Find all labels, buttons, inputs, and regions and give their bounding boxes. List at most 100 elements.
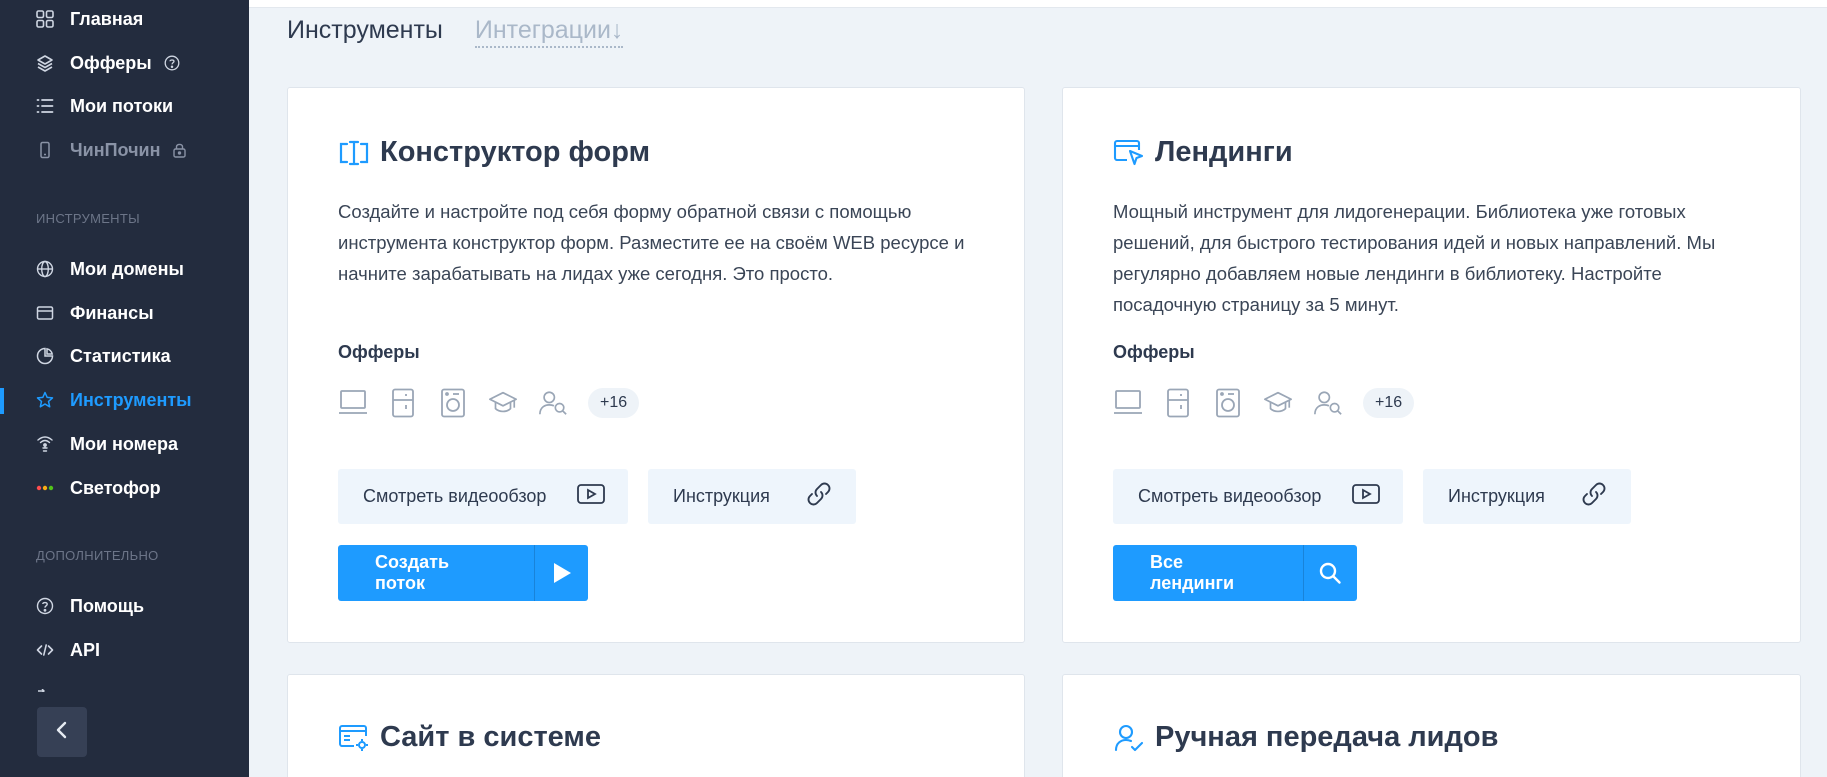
sidebar-item-label: Светофор [70, 477, 161, 498]
sidebar-item-offers[interactable]: Офферы [36, 48, 180, 78]
traffic-light-icon [36, 479, 54, 497]
fridge-icon[interactable] [1163, 387, 1193, 419]
grid-icon [36, 10, 54, 28]
sidebar-item-clipped [36, 684, 96, 692]
sidebar-item-help[interactable]: Помощь [36, 591, 144, 621]
site-settings-icon [338, 722, 370, 754]
card-landings: Лендинги Мощный инструмент для лидогенер… [1062, 87, 1801, 643]
instruction-label: Инструкция [673, 486, 770, 506]
watch-video-button[interactable]: Смотреть видеообзор [1113, 469, 1403, 524]
watch-video-button[interactable]: Смотреть видеообзор [338, 469, 628, 524]
video-play-icon [576, 482, 606, 511]
tab-integrations[interactable]: Интеграции↓ [474, 16, 624, 48]
offers-more-badge[interactable]: +16 [588, 388, 640, 418]
sidebar-item-statistics[interactable]: Статистика [36, 341, 171, 371]
tabs: Инструменты Интеграции↓ [287, 16, 624, 48]
sidebar-section-tools: ИНСТРУМЕНТЫ [36, 211, 140, 226]
tab-integrations-label: Интеграции [474, 16, 611, 44]
offer-icons: +16 [1113, 387, 1415, 419]
play-icon [535, 545, 588, 601]
landing-page-icon [1113, 137, 1145, 169]
form-builder-icon [338, 137, 370, 169]
all-landings-label: Все лендинги [1150, 552, 1235, 593]
pie-chart-icon [36, 347, 54, 365]
sidebar-item-traffic-light[interactable]: Светофор [36, 473, 161, 503]
create-stream-button[interactable]: Создать поток [338, 545, 588, 601]
sidebar-item-chinpochin[interactable]: ЧинПочин [36, 135, 187, 165]
top-bar [249, 0, 1827, 8]
washing-machine-icon[interactable] [1213, 387, 1243, 419]
sidebar-item-my-domains[interactable]: Мои домены [36, 254, 184, 284]
card-description: Создайте и настройте под себя форму обра… [338, 201, 965, 284]
card-title-text: Сайт в системе [380, 721, 602, 753]
card-title: Лендинги [1113, 136, 1293, 169]
watch-video-label: Смотреть видеообзор [1138, 486, 1322, 506]
sidebar-item-my-streams[interactable]: Мои потоки [36, 91, 173, 121]
offers-label: Офферы [338, 342, 420, 362]
router-icon [36, 435, 54, 453]
watch-video-label: Смотреть видеообзор [363, 486, 547, 506]
sidebar-item-label: Офферы [70, 52, 152, 73]
sidebar-item-label: Финансы [70, 302, 154, 323]
phone-icon [36, 141, 54, 159]
card-title: Сайт в системе [338, 721, 601, 754]
card-title-text: Конструктор форм [380, 136, 651, 168]
help-icon [36, 597, 54, 615]
card-site-in-system: Сайт в системе [287, 674, 1025, 777]
sidebar: Главная Офферы Мои потоки ЧинПочин ИНСТР… [0, 0, 249, 777]
wallet-icon [36, 304, 54, 322]
sidebar-item-label: Мои потоки [70, 95, 174, 116]
washing-machine-icon[interactable] [438, 387, 468, 419]
create-stream-label: Создать поток [375, 552, 450, 593]
card-description: Мощный инструмент для лидогенерации. Биб… [1113, 201, 1716, 315]
sidebar-collapse-button[interactable] [37, 707, 87, 757]
sidebar-item-label: Инструменты [70, 389, 192, 410]
instruction-button[interactable]: Инструкция [1423, 469, 1631, 524]
graduation-cap-icon[interactable] [488, 387, 518, 419]
sidebar-active-indicator [0, 388, 4, 414]
sidebar-item-label: Мои номера [70, 433, 179, 454]
link-icon [1579, 479, 1609, 514]
link-icon [804, 479, 834, 514]
offer-icons: +16 [338, 387, 640, 419]
user-search-icon[interactable] [1313, 387, 1343, 419]
sidebar-item-label: Главная [70, 8, 144, 29]
sidebar-item-finance[interactable]: Финансы [36, 298, 154, 328]
sidebar-item-home[interactable]: Главная [36, 4, 143, 34]
offers-more-badge[interactable]: +16 [1363, 388, 1415, 418]
sidebar-item-label: ЧинПочин [70, 139, 161, 160]
user-check-icon [1113, 722, 1145, 754]
star-icon [36, 391, 54, 409]
sidebar-section-extra: ДОПОЛНИТЕЛЬНО [36, 548, 159, 563]
offers-label: Офферы [1113, 342, 1195, 362]
sidebar-item-tools[interactable]: Инструменты [36, 385, 192, 415]
instruction-button[interactable]: Инструкция [648, 469, 856, 524]
lock-icon [172, 142, 187, 158]
sidebar-item-my-numbers[interactable]: Мои номера [36, 429, 178, 459]
card-title-text: Лендинги [1155, 136, 1293, 168]
laptop-icon[interactable] [338, 387, 368, 419]
sidebar-item-label: Статистика [70, 345, 171, 366]
laptop-icon[interactable] [1113, 387, 1143, 419]
user-search-icon[interactable] [538, 387, 568, 419]
globe-icon [36, 260, 54, 278]
sidebar-item-label: API [70, 639, 101, 660]
app-root: Главная Офферы Мои потоки ЧинПочин ИНСТР… [0, 0, 1827, 777]
help-icon[interactable] [164, 55, 180, 71]
instruction-label: Инструкция [1448, 486, 1545, 506]
card-form-builder: Конструктор форм Создайте и настройте по… [287, 87, 1025, 643]
layers-icon [36, 54, 54, 72]
chevron-left-icon [55, 721, 69, 744]
card-manual-leads: Ручная передача лидов [1062, 674, 1801, 777]
sidebar-item-api[interactable]: API [36, 635, 100, 665]
tab-tools[interactable]: Инструменты [287, 16, 443, 48]
graduation-cap-icon[interactable] [1263, 387, 1293, 419]
arrow-down-icon: ↓ [610, 16, 624, 44]
fridge-icon[interactable] [388, 387, 418, 419]
card-title: Ручная передача лидов [1113, 721, 1498, 754]
sidebar-item-label: Помощь [70, 595, 145, 616]
card-title: Конструктор форм [338, 136, 650, 169]
video-play-icon [1351, 482, 1381, 511]
list-icon [36, 97, 54, 115]
all-landings-button[interactable]: Все лендинги [1113, 545, 1357, 601]
